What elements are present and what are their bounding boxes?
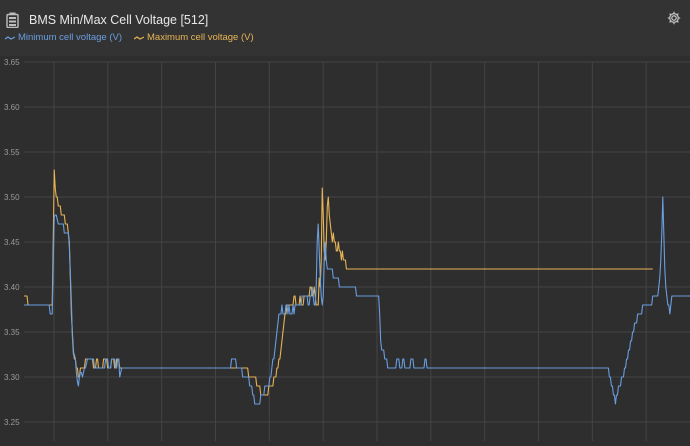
y-tick-label: 3.60 xyxy=(4,103,20,112)
y-tick-label: 3.40 xyxy=(4,283,20,292)
panel-title: BMS Min/Max Cell Voltage [512] xyxy=(29,13,209,27)
battery-icon xyxy=(6,12,19,28)
series-line-min xyxy=(24,196,690,405)
legend-item-min[interactable]: Minimum cell voltage (V) xyxy=(5,32,122,43)
chart-area: 3.65 3.60 3.55 3.50 3.45 3.40 3.35 3.30 3.25 xyxy=(0,56,690,442)
y-tick-label: 3.55 xyxy=(4,148,20,157)
legend-label-max: Maximum cell voltage (V) xyxy=(147,32,254,43)
panel-header: BMS Min/Max Cell Voltage [512] Minimum c… xyxy=(0,0,690,56)
legend-item-max[interactable]: Maximum cell voltage (V) xyxy=(134,32,254,43)
y-tick-label: 3.35 xyxy=(4,328,20,337)
chart-legend: Minimum cell voltage (V) Maximum cell vo… xyxy=(5,32,266,43)
legend-swatch-max xyxy=(134,35,144,40)
y-tick-label: 3.30 xyxy=(4,373,20,382)
line-chart: 3.65 3.60 3.55 3.50 3.45 3.40 3.35 3.30 3.25 xyxy=(4,58,690,442)
y-tick-label: 3.45 xyxy=(4,238,20,247)
y-tick-label: 3.25 xyxy=(4,418,20,427)
legend-label-min: Minimum cell voltage (V) xyxy=(18,32,122,43)
legend-swatch-min xyxy=(5,35,15,40)
title-row: BMS Min/Max Cell Voltage [512] xyxy=(6,10,208,30)
gear-icon[interactable] xyxy=(667,11,681,25)
y-tick-label: 3.50 xyxy=(4,193,20,202)
y-tick-label: 3.65 xyxy=(4,58,20,67)
